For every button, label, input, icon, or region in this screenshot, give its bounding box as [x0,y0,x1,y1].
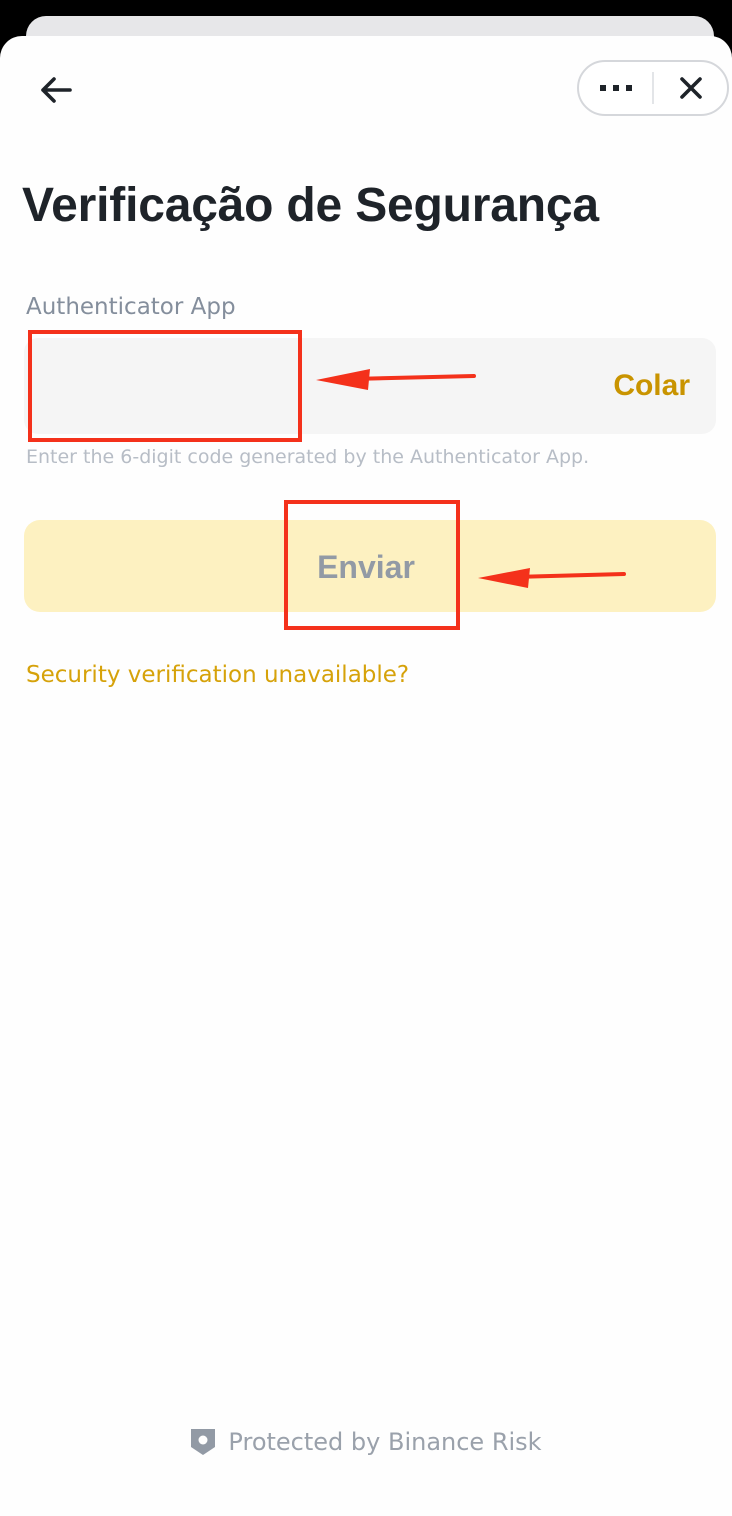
header-actions [577,60,729,116]
more-dots-icon [599,85,632,91]
annotation-box-input [28,330,302,442]
protection-footer: Protected by Binance Risk [0,1428,732,1456]
close-icon [679,77,702,99]
verification-unavailable-link[interactable]: Security verification unavailable? [26,662,409,688]
authenticator-hint: Enter the 6-digit code generated by the … [26,446,590,468]
back-button[interactable] [30,70,82,110]
more-button[interactable] [579,62,652,114]
close-button[interactable] [654,62,727,114]
shield-icon [191,1429,216,1455]
paste-button[interactable]: Colar [613,338,690,434]
page-title: Verificação de Segurança [22,179,599,232]
security-verification-sheet: Verificação de Segurança Authenticator A… [0,36,732,1516]
annotation-box-submit [284,500,460,630]
arrow-left-icon [41,77,72,103]
footer-text: Protected by Binance Risk [228,1428,542,1456]
authenticator-label: Authenticator App [26,294,236,320]
